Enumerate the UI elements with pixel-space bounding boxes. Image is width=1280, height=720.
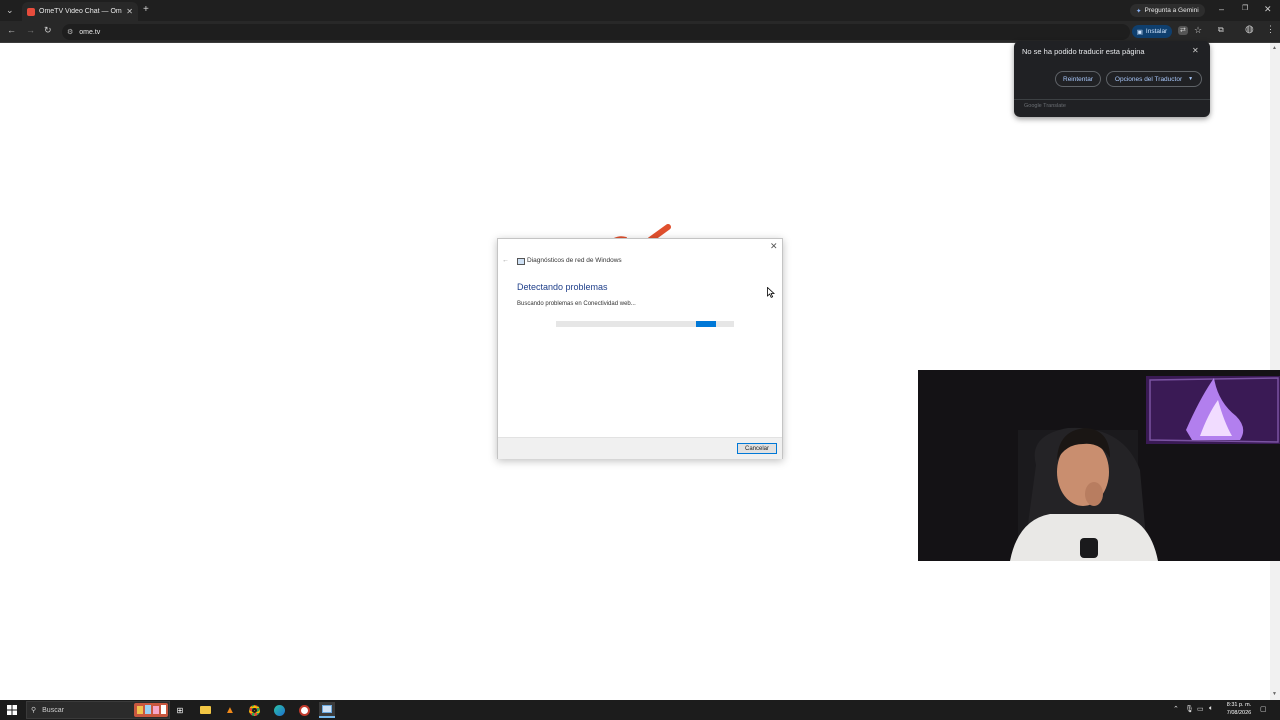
scroll-up-arrow-icon[interactable]: ▲ (1272, 45, 1277, 51)
webcam-overlay (918, 370, 1280, 561)
taskbar-search-placeholder: Buscar (42, 706, 64, 714)
minimize-window-icon[interactable]: – (1219, 5, 1224, 14)
address-bar[interactable]: ⚙ ome.tv (62, 24, 1130, 40)
translator-options-label: Opciones del Traductor (1114, 75, 1183, 83)
profile-avatar-icon[interactable]: ◍ (1245, 25, 1254, 35)
obs-button[interactable] (296, 702, 312, 718)
windows-taskbar: ⚲ Buscar ⊞ ▲ ⌃ 🎙︎ ▭ 🔈︎ 8:31 p. m. 7/08/2… (0, 700, 1280, 720)
translate-popup: No se ha podido traducir esta página ✕ R… (1014, 41, 1210, 117)
translate-page-icon[interactable]: ⇄ (1178, 26, 1188, 35)
install-app-button[interactable]: ▣ Instalar (1132, 25, 1172, 38)
windows-start-icon[interactable] (7, 705, 17, 715)
cancel-button[interactable]: Cancelar (737, 443, 777, 454)
chrome-button[interactable] (246, 702, 262, 718)
edge-icon (273, 704, 285, 716)
mouse-cursor-icon (767, 287, 775, 298)
tab-close-icon[interactable]: ✕ (126, 7, 133, 16)
reload-icon[interactable]: ↻ (44, 26, 52, 35)
vlc-button[interactable]: ▲ (222, 702, 238, 718)
retry-translate-button[interactable]: Reintentar (1055, 71, 1101, 87)
translate-popup-divider (1014, 99, 1210, 100)
gemini-sparkle-icon: ✦ (1136, 7, 1142, 15)
network-diagnostics-dialog: ✕ ← Diagnósticos de red de Windows Detec… (497, 238, 783, 459)
dialog-window-title: Diagnósticos de red de Windows (527, 257, 622, 264)
bookmark-star-icon[interactable]: ☆ (1194, 26, 1202, 35)
chrome-icon (248, 704, 260, 716)
browser-tab-strip: ⌄ OmeTV Video Chat — Omegle ✕ + ✦ Pregun… (0, 0, 1280, 21)
dialog-back-arrow-icon[interactable]: ← (502, 257, 509, 264)
file-explorer-button[interactable] (197, 702, 213, 718)
microphone-icon[interactable]: 🎙︎ (1185, 705, 1194, 713)
obs-icon (298, 704, 310, 716)
translator-options-button[interactable]: Opciones del Traductor ▼ (1106, 71, 1202, 87)
tray-chevron-icon[interactable]: ⌃ (1173, 705, 1179, 713)
new-tab-icon[interactable]: + (143, 5, 149, 15)
translate-error-message: No se ha podido traducir esta página (1022, 47, 1145, 56)
retry-label: Reintentar (1063, 75, 1093, 83)
restore-window-icon[interactable]: ❐ (1242, 5, 1248, 12)
diagnostics-window-icon (322, 705, 332, 713)
scroll-down-arrow-icon[interactable]: ▼ (1272, 691, 1277, 697)
menu-kebab-icon[interactable]: ⋮ (1266, 25, 1275, 34)
volume-icon[interactable]: 🔈︎ (1209, 705, 1213, 713)
back-arrow-icon[interactable]: ← (7, 26, 16, 35)
dialog-status-text: Buscando problemas en Conectividad web..… (517, 301, 636, 307)
close-window-icon[interactable]: ✕ (1264, 5, 1272, 14)
address-text: ome.tv (79, 28, 101, 36)
ask-gemini-label: Pregunta a Gemini (1144, 7, 1199, 14)
vlc-cone-icon: ▲ (225, 704, 235, 716)
search-icon: ⚲ (31, 707, 37, 714)
google-translate-brand: Google Translate (1024, 103, 1066, 109)
dialog-heading: Detectando problemas (517, 282, 608, 292)
clock-time: 8:31 p. m. (1226, 702, 1252, 708)
network-diagnostics-icon (517, 258, 525, 265)
dropdown-caret-icon: ▼ (1188, 76, 1194, 82)
network-diagnostics-taskbar-button[interactable] (319, 702, 335, 718)
site-info-icon[interactable]: ⚙ (67, 28, 73, 36)
forward-arrow-icon[interactable]: → (26, 26, 35, 35)
task-view-icon: ⊞ (176, 705, 184, 715)
ometv-favicon-icon (27, 7, 35, 16)
cancel-label: Cancelar (744, 445, 769, 452)
clock-date: 7/08/2026 (1226, 709, 1252, 716)
folder-icon (199, 706, 211, 714)
taskbar-clock[interactable]: 8:31 p. m. 7/08/2026 (1224, 702, 1254, 717)
notifications-icon[interactable]: ▢ (1260, 705, 1267, 713)
edge-button[interactable] (271, 702, 287, 718)
translate-close-icon[interactable]: ✕ (1192, 46, 1199, 55)
tab-search-icon[interactable]: ⧉ (1218, 26, 1224, 34)
progress-bar (556, 321, 734, 327)
task-view-button[interactable]: ⊞ (172, 702, 188, 718)
dialog-close-icon[interactable]: ✕ (770, 241, 778, 252)
install-monitor-icon: ▣ (1136, 28, 1143, 36)
search-highlight-icon[interactable] (134, 703, 168, 717)
ask-gemini-button[interactable]: ✦ Pregunta a Gemini (1130, 4, 1205, 17)
progress-indicator (696, 321, 716, 327)
install-label: Instalar (1145, 28, 1168, 35)
tab-search-chevron-icon[interactable]: ⌄ (6, 6, 14, 15)
browser-tab[interactable]: OmeTV Video Chat — Omegle ✕ (22, 2, 138, 21)
tab-title: OmeTV Video Chat — Omegle (39, 8, 122, 15)
network-icon[interactable]: ▭ (1197, 705, 1204, 713)
